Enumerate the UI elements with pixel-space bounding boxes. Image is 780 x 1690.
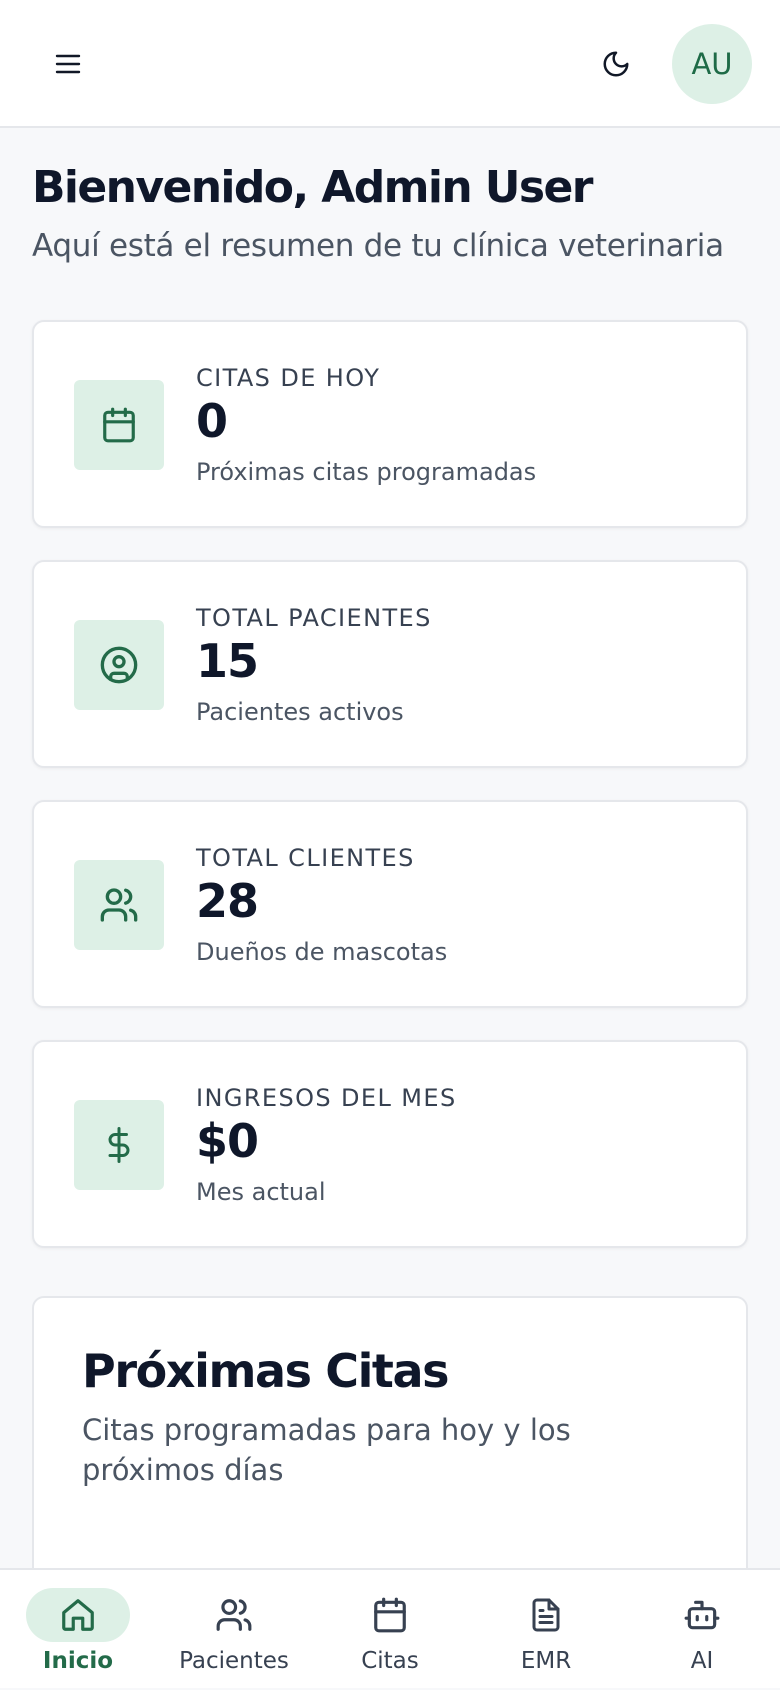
stat-icon-box: [74, 1100, 164, 1190]
bottom-nav: Inicio Pacientes Citas EMR AI: [0, 1568, 780, 1688]
menu-button[interactable]: [44, 40, 92, 88]
nav-label: Pacientes: [179, 1648, 289, 1674]
nav-item-emr[interactable]: EMR: [468, 1570, 624, 1690]
moon-icon: [603, 51, 629, 77]
stat-value: 15: [196, 634, 259, 688]
dollar-icon: [108, 1127, 130, 1163]
document-icon: [532, 1598, 560, 1632]
calendar-icon: [374, 1597, 406, 1633]
nav-icon-wrapper: [26, 1588, 130, 1642]
bot-icon: [684, 1600, 720, 1630]
stat-icon-box: [74, 860, 164, 950]
nav-item-pacientes[interactable]: Pacientes: [156, 1570, 312, 1690]
nav-label: EMR: [520, 1648, 572, 1674]
stat-label: CITAS DE HOY: [196, 364, 381, 392]
stat-label: TOTAL PACIENTES: [196, 604, 432, 632]
user-circle-icon: [100, 646, 138, 684]
stat-description: Dueños de mascotas: [196, 938, 448, 966]
stat-card-monthly-revenue: INGRESOS DEL MES $0 Mes actual: [32, 1040, 748, 1248]
stat-value: 28: [196, 874, 259, 928]
nav-icon-wrapper: [182, 1588, 286, 1642]
stat-card-total-clients: TOTAL CLIENTES 28 Dueños de mascotas: [32, 800, 748, 1008]
upcoming-appointments-card: Próximas Citas Citas programadas para ho…: [32, 1296, 748, 1596]
stat-value: $0: [196, 1114, 259, 1168]
stat-value: 0: [196, 394, 228, 448]
upcoming-description: Citas programadas para hoy y los próximo…: [82, 1413, 571, 1487]
nav-label: Citas: [361, 1648, 419, 1674]
theme-toggle-button[interactable]: [592, 40, 640, 88]
stat-card-today-appointments: CITAS DE HOY 0 Próximas citas programada…: [32, 320, 748, 528]
users-icon: [216, 1599, 252, 1631]
nav-label: AI: [690, 1648, 714, 1674]
nav-item-ai[interactable]: AI: [624, 1570, 780, 1690]
stat-label: INGRESOS DEL MES: [196, 1084, 457, 1112]
stat-description: Pacientes activos: [196, 698, 404, 726]
page-subtitle: Aquí está el resumen de tu clínica veter…: [32, 228, 724, 264]
stat-card-total-patients: TOTAL PACIENTES 15 Pacientes activos: [32, 560, 748, 768]
stat-icon-box: [74, 380, 164, 470]
nav-icon-wrapper: [494, 1588, 598, 1642]
nav-item-citas[interactable]: Citas: [312, 1570, 468, 1690]
nav-icon-wrapper: [650, 1588, 754, 1642]
stat-icon-box: [74, 620, 164, 710]
nav-label: Inicio: [42, 1648, 114, 1674]
upcoming-title: Próximas Citas: [82, 1344, 450, 1398]
stat-description: Mes actual: [196, 1178, 326, 1206]
stat-description: Próximas citas programadas: [196, 458, 537, 486]
nav-item-inicio[interactable]: Inicio: [0, 1570, 156, 1690]
menu-icon: [55, 54, 81, 74]
top-bar: AU: [0, 0, 780, 128]
calendar-icon: [103, 407, 135, 443]
stat-label: TOTAL CLIENTES: [196, 844, 415, 872]
page-title: Bienvenido, Admin User: [32, 162, 593, 213]
home-icon: [62, 1599, 94, 1631]
users-icon: [100, 888, 138, 922]
user-avatar[interactable]: AU: [672, 24, 752, 104]
nav-icon-wrapper: [338, 1588, 442, 1642]
